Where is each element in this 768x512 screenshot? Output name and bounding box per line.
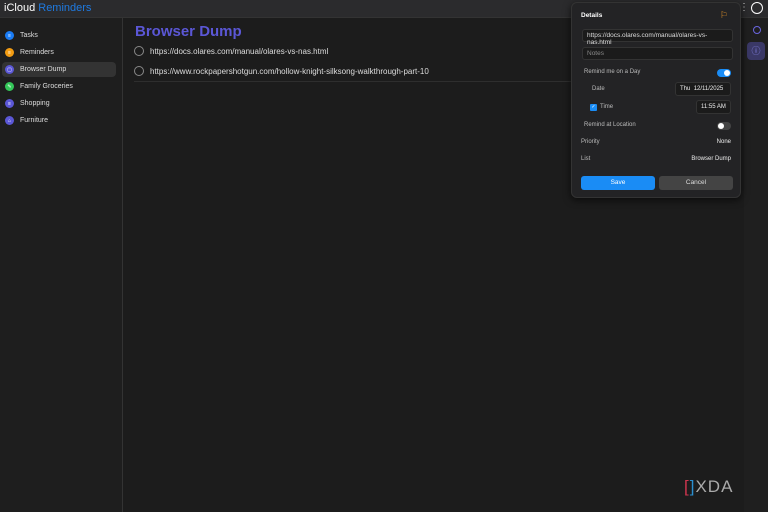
xda-watermark: []XDA <box>684 477 734 496</box>
date-label: Date <box>592 86 605 92</box>
remind-day-toggle[interactable] <box>717 69 731 77</box>
divider <box>134 81 618 82</box>
reminder-item[interactable]: https://www.rockpapershotgun.com/hollow-… <box>134 66 429 76</box>
priority-label: Priority <box>581 139 600 145</box>
flag-icon[interactable]: ⚐ <box>720 10 728 21</box>
right-rail: ⓘ <box>744 18 768 512</box>
details-heading: Details <box>581 12 603 19</box>
notes-field[interactable]: Notes <box>582 47 733 60</box>
save-button[interactable]: Save <box>581 176 655 190</box>
leaf-icon: ✎ <box>5 82 14 91</box>
list-select[interactable]: Browser Dump <box>691 156 731 162</box>
date-field[interactable]: Thu 12/11/2025 <box>675 82 731 96</box>
time-label: Time <box>600 104 614 110</box>
url-field[interactable]: https://docs.olares.com/manual/olares-vs… <box>582 29 733 46</box>
remind-location-label: Remind at Location <box>584 122 636 128</box>
priority-select[interactable]: None <box>717 139 731 145</box>
list-label: List <box>581 156 591 162</box>
browser-icon: ▢ <box>5 65 14 74</box>
details-panel: Details ⚐ https://docs.olares.com/manual… <box>571 2 741 198</box>
complete-checkbox[interactable] <box>134 46 144 56</box>
cancel-button[interactable]: Cancel <box>659 176 733 190</box>
reminder-item[interactable]: https://docs.olares.com/manual/olares-vs… <box>134 46 328 56</box>
time-checkbox[interactable]: ✓ <box>590 104 597 111</box>
remind-day-label: Remind me on a Day <box>584 69 641 75</box>
sidebar-item-tasks[interactable]: ≡ Tasks <box>2 28 116 43</box>
cart-icon: ≡ <box>5 99 14 108</box>
list-icon: ≡ <box>5 31 14 40</box>
sidebar-item-reminders[interactable]: ≡ Reminders <box>2 45 116 60</box>
list-icon: ≡ <box>5 48 14 57</box>
time-field[interactable]: 11:55 AM <box>696 100 731 114</box>
sidebar-item-family-groceries[interactable]: ✎ Family Groceries <box>2 79 116 94</box>
sidebar-item-browser-dump[interactable]: ▢ Browser Dump <box>2 62 116 77</box>
remind-location-toggle[interactable] <box>717 122 731 130</box>
sidebar: ≡ Tasks ≡ Reminders ▢ Browser Dump ✎ Family … <box>0 18 123 512</box>
sidebar-item-furniture[interactable]: ⌂ Furniture <box>2 113 116 128</box>
bed-icon: ⌂ <box>5 116 14 125</box>
complete-checkbox[interactable] <box>134 66 144 76</box>
page-title: Browser Dump <box>135 23 242 40</box>
account-icon[interactable] <box>751 2 763 14</box>
minus-circle-icon[interactable] <box>753 26 761 34</box>
app-logo: iCloud Reminders <box>4 2 92 14</box>
info-button[interactable]: ⓘ <box>747 42 765 60</box>
sidebar-item-shopping[interactable]: ≡ Shopping <box>2 96 116 111</box>
